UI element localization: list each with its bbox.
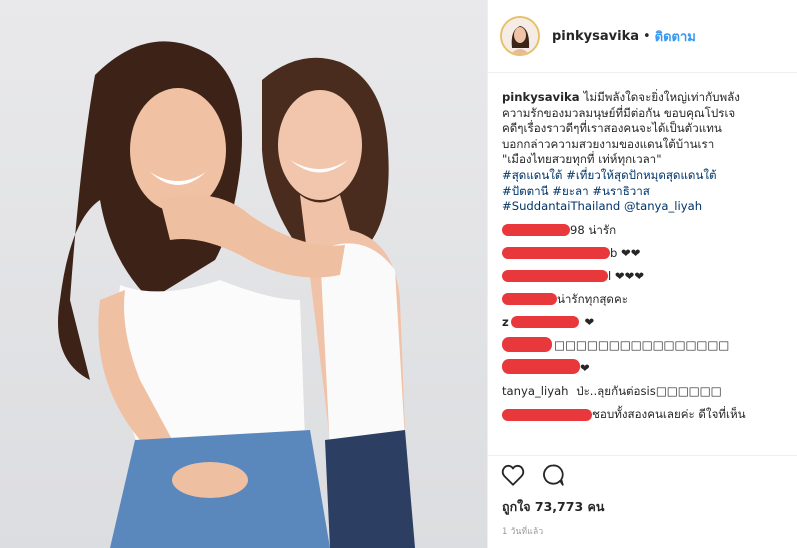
caption-hashtags-line: #SuddantaiThailand @tanya_liyah	[502, 199, 792, 215]
comment-text: ชอบทั้งสองคนเลยค่ะ ดีใจที่เห็น	[592, 406, 746, 421]
header-separator: •	[643, 28, 651, 44]
comment-icon[interactable]	[540, 462, 566, 488]
caption-text-line: บอกกล่าวความสวยงามของแดนใต้บ้านเรา	[502, 136, 715, 151]
redaction-mark	[502, 358, 580, 374]
caption-hashtags-line: #ปัตตานี #ยะลา #นราธิวาส	[502, 184, 792, 200]
likes-count[interactable]: ถูกใจ 73,773 คน	[502, 497, 604, 517]
comment-username[interactable]: z	[502, 315, 509, 329]
redaction-mark	[502, 223, 570, 236]
comment-text: ป่ะ..ลุยกันต่อsis□□□□□□	[576, 383, 722, 398]
comment-username[interactable]: tanya_liyah	[502, 384, 569, 398]
hashtag-link[interactable]: #สุดแดนใต้	[502, 168, 562, 182]
hashtag-link[interactable]: #นราธิวาส	[592, 184, 650, 198]
hashtag-link[interactable]: #เที่ยวให้สุดปักหมุดสุดแดนใต้	[566, 168, 716, 182]
caption-first-line: pinkysavika ไม่มีพลังใดจะยิ่งใหญ่เท่ากับพ…	[502, 90, 792, 106]
comment-row: 98 น่ารัก	[502, 219, 792, 242]
post-header: pinkysavika • ติดตาม	[488, 0, 797, 73]
caption-text-line: ความรักของมวลมนุษย์ที่มีต่อกัน ขอบคุณโปร…	[502, 105, 736, 120]
comment-row: □□□□□□□□□□□□□□□□	[502, 334, 792, 357]
comment-text: ❤	[580, 360, 590, 375]
hashtag-link[interactable]: #ยะลา	[552, 184, 588, 198]
caption: pinkysavika ไม่มีพลังใดจะยิ่งใหญ่เท่ากับพ…	[502, 90, 792, 215]
comment-row: z ❤	[502, 311, 792, 334]
comment-row: b ❤❤	[502, 242, 792, 265]
comments-list: pinkysavika ไม่มีพลังใดจะยิ่งใหญ่เท่ากับพ…	[502, 90, 792, 426]
avatar-image	[502, 18, 538, 54]
avatar[interactable]	[500, 16, 540, 56]
heart-icon[interactable]	[500, 462, 526, 488]
instagram-post: pinkysavika • ติดตาม pinkysavika ไม่มีพลั…	[0, 0, 797, 548]
comment-text: □□□□□□□□□□□□□□□□	[554, 337, 730, 352]
comment-row: tanya_liyah ป่ะ..ลุยกันต่อsis□□□□□□	[502, 380, 792, 403]
post-photo[interactable]	[0, 0, 487, 548]
caption-text-line: ไม่มีพลังใดจะยิ่งใหญ่เท่ากับพลัง	[583, 90, 740, 104]
comment-row: ❤	[502, 357, 792, 380]
photo-illustration	[58, 41, 415, 548]
caption-hashtags-line: #สุดแดนใต้ #เที่ยวให้สุดปักหมุดสุดแดนใต้	[502, 168, 792, 184]
hashtag-link[interactable]: #SuddantaiThailand	[502, 199, 620, 213]
post-timestamp: 1 วันที่แล้ว	[502, 527, 544, 537]
header-username[interactable]: pinkysavika	[552, 29, 639, 44]
caption-text-line: คดีๆเรื่องราวดีๆที่เราสองคนจะได้เป็นตัวแ…	[502, 121, 722, 136]
actions-divider	[488, 455, 797, 456]
comment-text: l ❤❤❤	[608, 268, 645, 283]
comment-text: 98 น่ารัก	[570, 222, 617, 237]
caption-username[interactable]: pinkysavika	[502, 90, 580, 104]
caption-text-line: "เมืองไทยสวยทุกที่ เท่ห์ทุกเวลา"	[502, 152, 662, 167]
post-sidebar: pinkysavika • ติดตาม pinkysavika ไม่มีพลั…	[488, 0, 797, 548]
comment-row: ชอบทั้งสองคนเลยค่ะ ดีใจที่เห็น	[502, 403, 792, 426]
redaction-mark	[502, 269, 608, 282]
redaction-mark	[502, 292, 557, 305]
hashtag-link[interactable]: #ปัตตานี	[502, 184, 549, 198]
comment-text: น่ารักทุกสุดคะ	[557, 291, 628, 306]
redaction-mark	[511, 315, 579, 328]
redaction-mark	[502, 336, 552, 352]
action-bar	[500, 462, 566, 488]
comment-text: b ❤❤	[610, 245, 641, 260]
comment-row: l ❤❤❤	[502, 265, 792, 288]
mention-link[interactable]: @tanya_liyah	[624, 199, 702, 213]
follow-button[interactable]: ติดตาม	[655, 26, 696, 47]
comment-text: ❤	[584, 314, 595, 329]
redaction-mark	[502, 408, 592, 421]
redaction-mark	[502, 246, 610, 259]
comment-row: น่ารักทุกสุดคะ	[502, 288, 792, 311]
